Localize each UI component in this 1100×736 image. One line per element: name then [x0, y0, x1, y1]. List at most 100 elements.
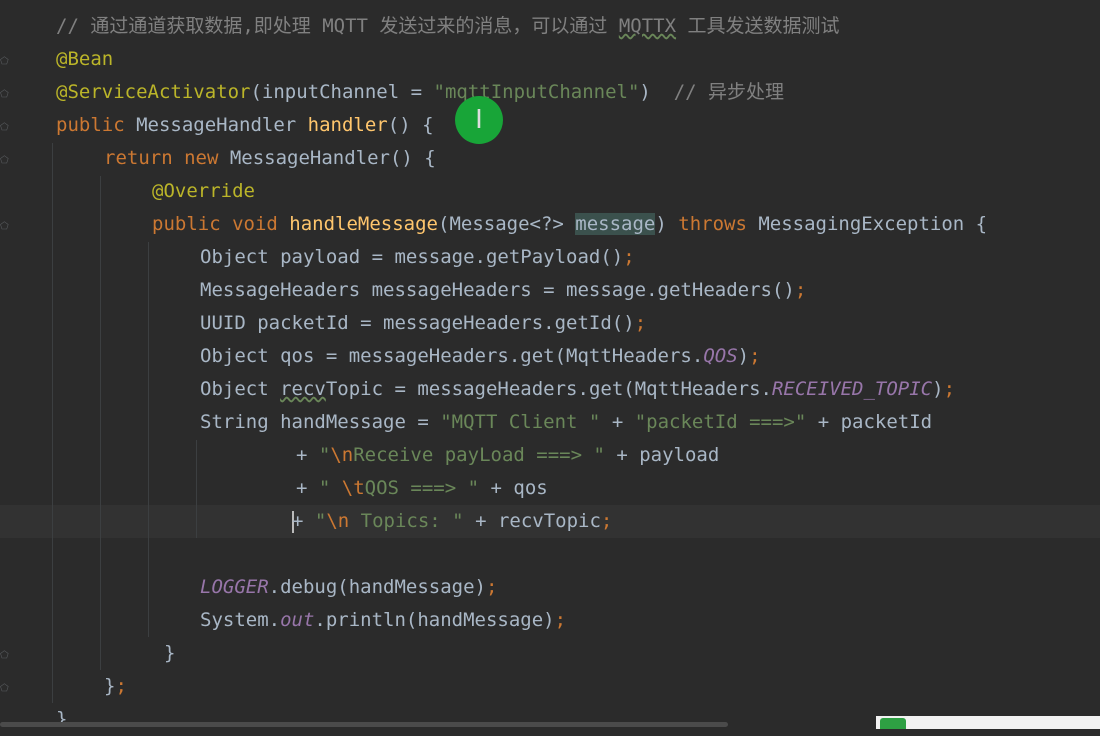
code-token: + — [292, 510, 315, 532]
code-line[interactable]: return new MessageHandler() { — [0, 142, 1100, 175]
code-token: @Override — [152, 180, 255, 202]
code-token: LOGGER — [200, 576, 269, 598]
code-token: \n — [330, 444, 354, 466]
code-token: MQTTX — [618, 15, 677, 37]
code-token: " — [318, 444, 331, 466]
code-line-content: LOGGER.debug(handMessage); — [200, 571, 497, 604]
indent-guide — [196, 440, 197, 538]
indent-guide — [100, 176, 101, 670]
code-token: message — [575, 213, 656, 235]
code-token: + qos — [479, 477, 548, 499]
code-token: @ServiceActivator — [56, 81, 251, 103]
code-token: + — [296, 444, 319, 466]
code-line-content: Object qos = messageHeaders.get(MqttHead… — [200, 340, 761, 373]
code-token: return — [104, 147, 185, 169]
code-token: MessageHandler() { — [229, 147, 436, 169]
code-token: public void — [152, 213, 290, 235]
code-line[interactable]: @Bean — [0, 43, 1100, 76]
code-token: ; — [943, 378, 956, 400]
code-token: MessageHandler — [136, 114, 308, 136]
code-line-content: Object recvTopic = messageHeaders.get(Mq… — [200, 373, 955, 406]
scrollbar-thumb[interactable] — [0, 722, 728, 727]
indent-guide — [148, 242, 149, 637]
code-line[interactable]: LOGGER.debug(handMessage); — [0, 571, 1100, 604]
code-token: recv — [280, 378, 326, 400]
code-line[interactable] — [0, 538, 1100, 571]
code-token: + — [600, 411, 635, 433]
code-token: "MQTT Client " — [440, 411, 601, 433]
code-token: new — [184, 147, 230, 169]
code-line-content: + " \tQOS ===> " + qos — [296, 472, 548, 505]
code-line[interactable]: + "\n Topics: " + recvTopic; — [0, 505, 1100, 538]
code-token: QOS — [703, 345, 738, 367]
code-token: (inputChannel = — [250, 81, 434, 103]
code-line[interactable]: }; — [0, 670, 1100, 703]
code-token: handler — [307, 114, 388, 136]
code-token: ; — [794, 279, 807, 301]
code-token: } — [104, 675, 116, 697]
code-token: ; — [485, 576, 498, 598]
code-token: ; — [634, 312, 647, 334]
indent-guide — [52, 143, 53, 703]
code-line-content: public void handleMessage(Message<?> mes… — [152, 208, 987, 241]
code-line[interactable]: Object payload = message.getPayload(); — [0, 241, 1100, 274]
code-line-content: Object payload = message.getPayload(); — [200, 241, 635, 274]
code-line[interactable]: public MessageHandler handler() { — [0, 109, 1100, 142]
code-line[interactable]: Object recvTopic = messageHeaders.get(Mq… — [0, 373, 1100, 406]
code-token: @Bean — [56, 48, 114, 70]
code-token: public — [56, 114, 137, 136]
code-line[interactable]: String handMessage = "MQTT Client " + "p… — [0, 406, 1100, 439]
code-line-content: @ServiceActivator(inputChannel = "mqttIn… — [56, 76, 784, 109]
code-line-content: return new MessageHandler() { — [104, 142, 436, 175]
code-token: out — [280, 609, 315, 631]
code-token: + packetId — [806, 411, 933, 433]
code-line-content: }; — [104, 670, 127, 703]
code-token: " — [318, 477, 342, 499]
code-line[interactable]: Object qos = messageHeaders.get(MqttHead… — [0, 340, 1100, 373]
code-token: \t — [341, 477, 365, 499]
code-token: RECEIVED_TOPIC — [771, 378, 933, 400]
code-token: String handMessage = — [200, 411, 441, 433]
code-token: Topics: " — [349, 510, 464, 532]
code-token: throws — [678, 213, 759, 235]
code-line-content: public MessageHandler handler() { — [56, 109, 434, 142]
code-token: Object payload = message.getPayload() — [200, 246, 624, 268]
code-token: .println(handMessage) — [314, 609, 555, 631]
code-line[interactable]: @ServiceActivator(inputChannel = "mqttIn… — [0, 76, 1100, 109]
code-line-content: UUID packetId = messageHeaders.getId(); — [200, 307, 646, 340]
code-line-content: String handMessage = "MQTT Client " + "p… — [200, 406, 932, 439]
code-token: UUID packetId = messageHeaders.getId() — [200, 312, 635, 334]
code-token: + recvTopic — [463, 510, 601, 532]
code-line-content: } — [164, 637, 175, 670]
code-token: } — [164, 642, 176, 664]
code-line[interactable]: UUID packetId = messageHeaders.getId(); — [0, 307, 1100, 340]
code-token: ) — [737, 345, 750, 367]
code-token: ; — [749, 345, 761, 367]
code-line[interactable]: + " \tQOS ===> " + qos — [0, 472, 1100, 505]
code-token: (Message<?> — [438, 213, 576, 235]
code-line[interactable]: MessageHeaders messageHeaders = message.… — [0, 274, 1100, 307]
code-token: // 通过通道获取数据,即处理 MQTT 发送过来的消息，可以通过 — [56, 15, 619, 37]
code-line-content: @Override — [152, 175, 255, 208]
code-token: ; — [600, 510, 613, 532]
code-line[interactable]: } — [0, 637, 1100, 670]
code-line[interactable]: public void handleMessage(Message<?> mes… — [0, 208, 1100, 241]
code-token: ) — [639, 81, 674, 103]
code-token: // 异步处理 — [673, 81, 785, 103]
code-line[interactable]: + "\nReceive payLoad ===> " + payload — [0, 439, 1100, 472]
code-token: .debug(handMessage) — [268, 576, 486, 598]
code-token: MessageHeaders messageHeaders = message.… — [200, 279, 795, 301]
code-token: MessagingException { — [758, 213, 988, 235]
code-token: QOS ===> " — [364, 477, 480, 499]
overlay-app-icon — [880, 718, 906, 729]
code-line-content: } — [56, 703, 67, 736]
code-token: System. — [200, 609, 281, 631]
code-line[interactable]: @Override — [0, 175, 1100, 208]
code-line[interactable]: // 通过通道获取数据,即处理 MQTT 发送过来的消息，可以通过 MQTTX … — [0, 10, 1100, 43]
code-token: handleMessage — [289, 213, 438, 235]
code-token: \n — [326, 510, 350, 532]
code-token: 工具发送数据测试 — [676, 15, 840, 37]
code-token: ) — [655, 213, 679, 235]
code-line-content: System.out.println(handMessage); — [200, 604, 566, 637]
code-line[interactable]: System.out.println(handMessage); — [0, 604, 1100, 637]
